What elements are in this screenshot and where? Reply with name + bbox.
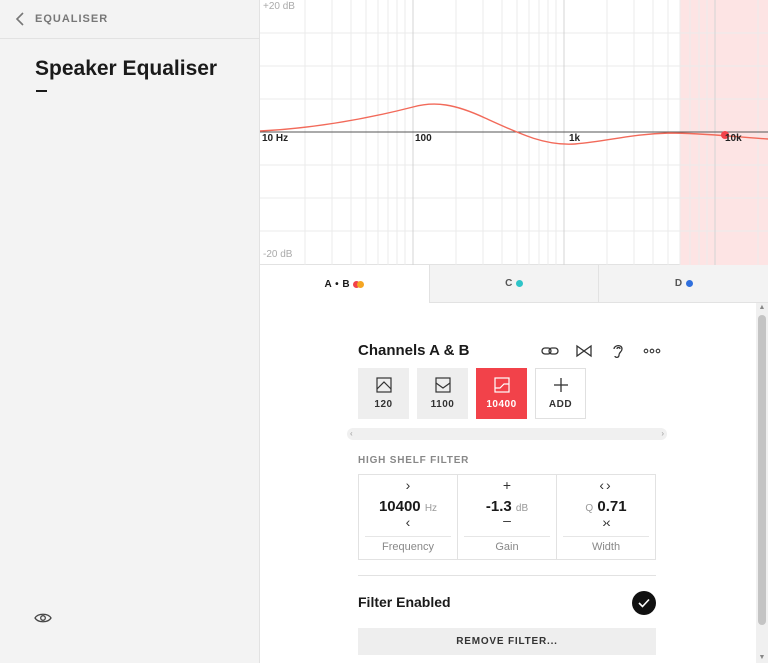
filter-params: › 10400 Hz ‹ Frequency + -1.3 dB – Gain … xyxy=(358,474,656,560)
frequency-label: Frequency xyxy=(382,541,434,553)
filter-enabled-toggle[interactable] xyxy=(632,591,656,615)
width-label: Width xyxy=(591,541,621,553)
frequency-decrease-icon[interactable]: ‹ xyxy=(359,514,457,530)
frequency-value: 10400 Hz xyxy=(378,498,438,515)
gain-param: + -1.3 dB – Gain xyxy=(458,475,557,559)
tab-label: A • B xyxy=(324,278,351,290)
bowtie-icon[interactable] xyxy=(574,342,594,360)
eye-icon[interactable] xyxy=(34,611,52,625)
tab-d[interactable]: D xyxy=(598,265,768,303)
filter-button-10400[interactable]: 10400 xyxy=(476,368,527,419)
tab-c[interactable]: C xyxy=(428,265,599,303)
gain-decrease-icon[interactable]: – xyxy=(458,512,556,528)
scroll-left-icon[interactable]: ‹ xyxy=(350,428,353,440)
eq-graph-canvas xyxy=(260,0,768,265)
filter-label: 1100 xyxy=(430,399,455,410)
freq-label-10k: 10k xyxy=(725,133,742,144)
section-divider xyxy=(358,575,656,576)
sidebar: EQUALISER Speaker Equaliser xyxy=(0,0,260,663)
filter-list: 120 1100 10400 ADD xyxy=(358,368,586,419)
peak-filter-icon xyxy=(375,377,392,393)
width-narrow-icon[interactable]: ›‹ xyxy=(557,514,655,530)
channel-d-dot xyxy=(685,280,693,287)
checkmark-icon xyxy=(638,598,650,608)
param-divider xyxy=(563,536,649,537)
page-title: Speaker Equaliser xyxy=(35,57,218,80)
gain-increase-icon[interactable]: + xyxy=(458,477,556,493)
channel-tabs: A • B C D xyxy=(260,265,768,303)
db-min-label: -20 dB xyxy=(263,249,293,260)
db-max-label: +20 dB xyxy=(263,1,295,12)
freq-label-10hz: 10 Hz xyxy=(262,133,289,144)
tab-label: D xyxy=(674,278,683,289)
high-shelf-icon xyxy=(493,377,510,393)
filter-type-label: HIGH SHELF FILTER xyxy=(358,455,470,466)
link-icon[interactable] xyxy=(540,342,560,360)
filter-button-1100[interactable]: 1100 xyxy=(417,368,468,419)
filter-label: ADD xyxy=(548,399,573,410)
scroll-right-icon[interactable]: › xyxy=(661,428,664,440)
freq-label-1k: 1k xyxy=(569,133,581,144)
panel-scrollbar[interactable]: ▲ ▼ xyxy=(756,303,768,663)
width-value: Q 0.71 xyxy=(585,498,627,515)
channel-b-dot xyxy=(357,280,365,288)
dip-filter-icon xyxy=(434,377,451,393)
param-divider xyxy=(365,536,451,537)
scrollbar-thumb[interactable] xyxy=(758,315,766,625)
channel-title: Channels A & B xyxy=(358,342,470,359)
freq-label-100: 100 xyxy=(415,133,432,144)
width-param: ‹› Q 0.71 ›‹ Width xyxy=(557,475,655,559)
filter-label: 120 xyxy=(374,399,393,410)
frequency-param: › 10400 Hz ‹ Frequency xyxy=(359,475,458,559)
eq-graph[interactable]: +20 dB -20 dB 10 Hz 100 1k 10k xyxy=(260,0,768,265)
filter-list-scrollbar[interactable]: ‹ › xyxy=(347,428,667,440)
title-underline xyxy=(36,90,47,92)
remove-filter-button[interactable]: REMOVE FILTER... xyxy=(358,628,656,655)
width-widen-icon[interactable]: ‹› xyxy=(557,477,655,493)
gain-label: Gain xyxy=(495,541,519,553)
frequency-increase-icon[interactable]: › xyxy=(359,477,457,493)
scroll-down-icon[interactable]: ▼ xyxy=(756,653,768,663)
scroll-up-icon[interactable]: ▲ xyxy=(756,303,768,313)
filter-label: 10400 xyxy=(486,399,517,410)
filter-button-120[interactable]: 120 xyxy=(358,368,409,419)
channel-actions xyxy=(540,342,662,360)
ear-icon[interactable] xyxy=(608,342,628,360)
filter-enabled-label: Filter Enabled xyxy=(358,594,451,610)
chevron-left-icon xyxy=(15,12,24,26)
plus-icon xyxy=(553,378,568,392)
add-filter-button[interactable]: ADD xyxy=(535,368,586,419)
back-button[interactable]: EQUALISER xyxy=(0,0,259,39)
channel-c-dot xyxy=(515,280,523,287)
tab-a-b[interactable]: A • B xyxy=(260,265,429,303)
filter-panel: Channels A & B 120 1100 10400 ADD ‹ › HI… xyxy=(260,303,756,663)
more-icon[interactable] xyxy=(642,342,662,360)
back-label: EQUALISER xyxy=(35,13,109,25)
tab-label: C xyxy=(505,278,513,289)
param-divider xyxy=(464,536,550,537)
